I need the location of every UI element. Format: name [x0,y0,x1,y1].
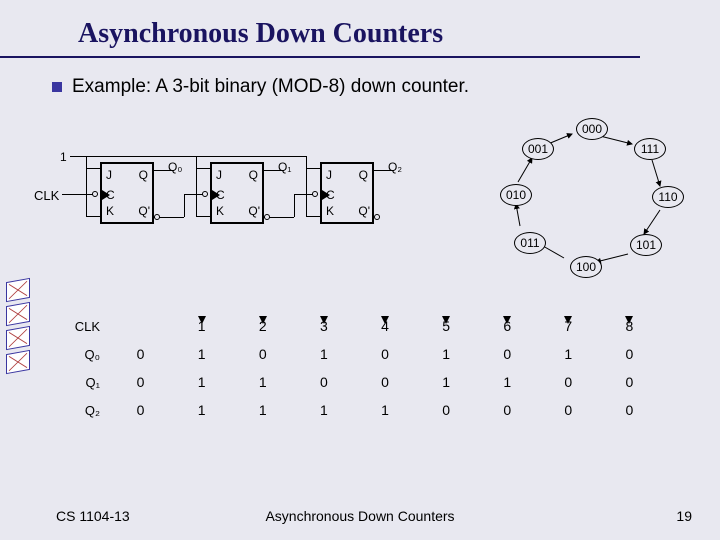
state-diagram: 000 111 110 101 100 011 010 001 [492,114,692,284]
ff-q-label: Q [249,168,258,182]
output-q0-label: Q₀ [168,160,182,174]
footer-center: Asynchronous Down Counters [265,508,454,524]
decor-square-icon [6,278,30,302]
ff-k-label: K [216,204,224,218]
ff-j-label: J [326,168,332,182]
ff-q-label: Q [359,168,368,182]
logic-high-label: 1 [60,150,67,164]
state-110: 110 [652,186,684,208]
timing-q0-label: Q₀ [60,347,110,362]
clk-tick: 1 [171,318,232,334]
timing-row-q1: Q₁ 0 1 1 0 0 1 1 0 0 [60,368,660,396]
decor-square-icon [6,350,30,374]
ff-j-label: J [216,168,222,182]
flipflop-0: J K C Q Q' [100,162,154,224]
slide: Asynchronous Down Counters Example: A 3-… [0,0,720,540]
clock-edge-icon [102,190,110,200]
timing-row-q0: Q₀ 0 1 0 1 0 1 0 1 0 [60,340,660,368]
bullet-list: Example: A 3-bit binary (MOD-8) down cou… [52,76,720,98]
output-q2-label: Q₂ [388,160,402,174]
decor-stack [6,280,36,376]
decor-square-icon [6,302,30,326]
ff-k-label: K [326,204,334,218]
down-arrow-icon [442,316,450,324]
ff-k-label: K [106,204,114,218]
state-011: 011 [514,232,546,254]
clk-tick: 3 [293,318,354,334]
down-arrow-icon [625,316,633,324]
bullet-item: Example: A 3-bit binary (MOD-8) down cou… [52,76,720,98]
slide-footer: CS 1104-13 Asynchronous Down Counters 19 [0,508,720,524]
timing-q2-label: Q₂ [60,403,110,418]
clock-edge-icon [322,190,330,200]
ff-q-label: Q [139,168,148,182]
timing-row-q2: Q₂ 0 1 1 1 1 0 0 0 0 [60,396,660,424]
timing-row-clk: CLK 1 2 3 4 5 6 7 8 [60,312,660,340]
slide-title: Asynchronous Down Counters [0,18,640,58]
footer-right: 19 [676,508,692,524]
state-001: 001 [522,138,554,160]
down-arrow-icon [564,316,572,324]
clk-tick: 4 [354,318,415,334]
clk-tick: 6 [477,318,538,334]
flipflop-1: J K C Q Q' [210,162,264,224]
ff-qp-label: Q' [358,204,370,218]
down-arrow-icon [503,316,511,324]
timing-clk-label: CLK [60,319,110,334]
state-101: 101 [630,234,662,256]
output-q1-label: Q₁ [278,160,291,174]
decor-square-icon [6,326,30,350]
down-arrow-icon [259,316,267,324]
ff-qp-label: Q' [248,204,260,218]
down-arrow-icon [198,316,206,324]
bullet-square-icon [52,82,62,92]
down-arrow-icon [381,316,389,324]
state-111: 111 [634,138,666,160]
ff-j-label: J [106,168,112,182]
clk-tick: 8 [599,318,660,334]
clock-edge-icon [212,190,220,200]
ff-qp-label: Q' [138,204,150,218]
flipflop-2: J K C Q Q' [320,162,374,224]
clk-label: CLK [34,188,59,203]
footer-left: CS 1104-13 [56,508,130,524]
state-000: 000 [576,118,608,140]
bullet-text: Example: A 3-bit binary (MOD-8) down cou… [72,76,469,98]
timing-q1-label: Q₁ [60,375,110,390]
clk-tick: 2 [232,318,293,334]
clk-tick: 7 [538,318,599,334]
state-100: 100 [570,256,602,278]
state-010: 010 [500,184,532,206]
timing-table: CLK 1 2 3 4 5 6 7 8 Q₀ 0 1 0 1 0 1 0 1 0… [60,312,660,424]
down-arrow-icon [320,316,328,324]
clk-tick: 5 [416,318,477,334]
